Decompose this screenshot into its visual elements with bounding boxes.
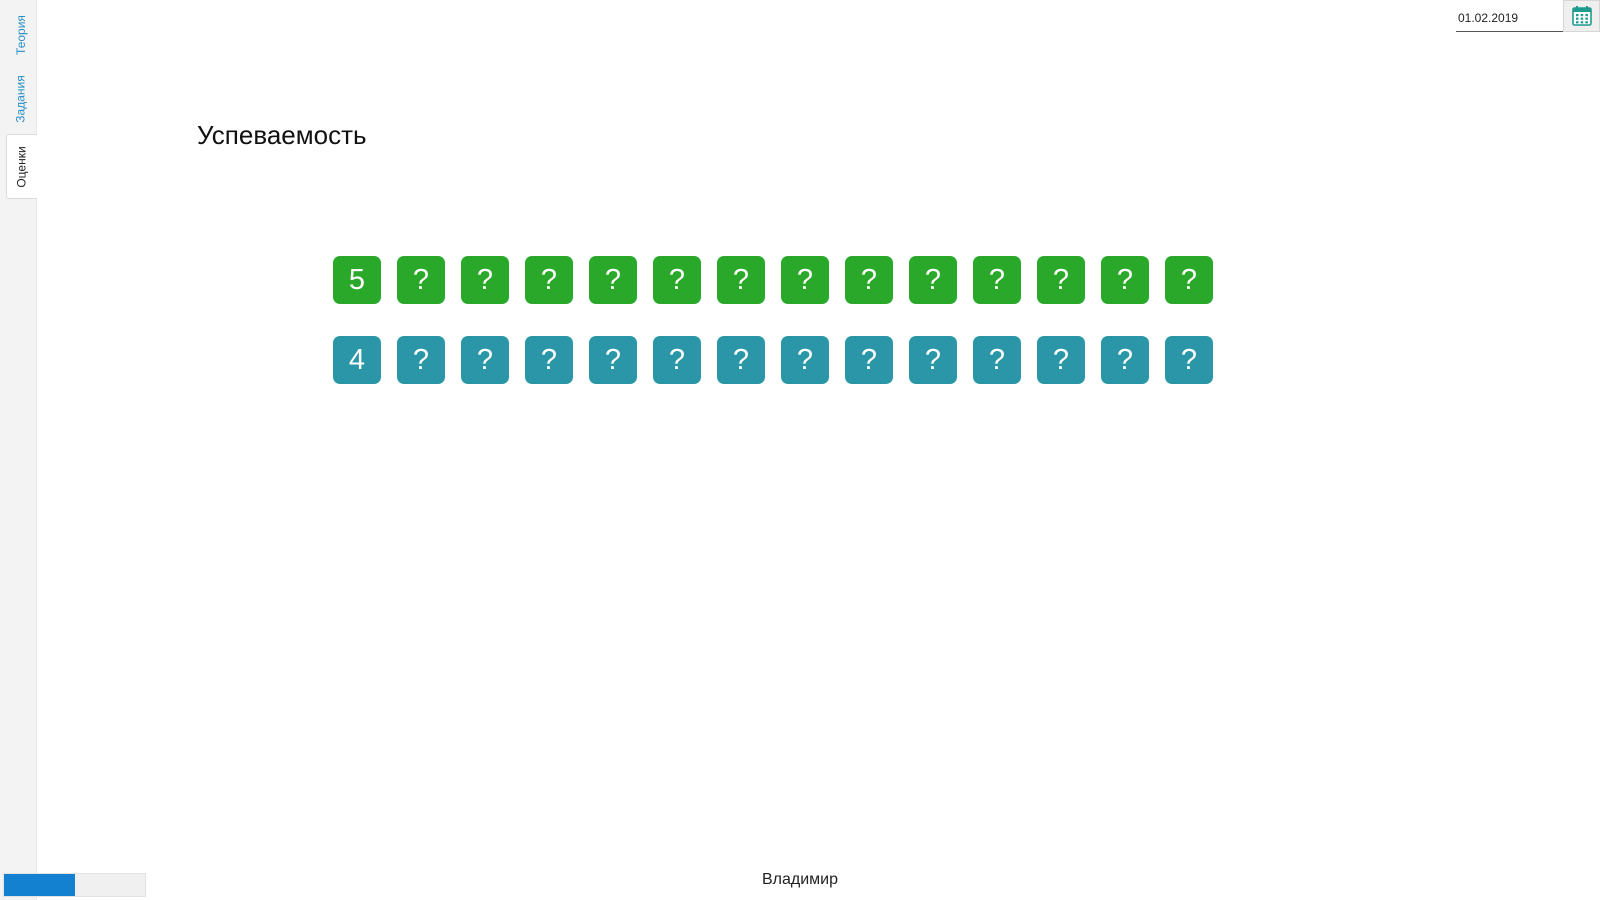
grade-tile[interactable]: ? bbox=[1165, 336, 1213, 384]
grades-grid: 5????????????? 4????????????? bbox=[333, 256, 1213, 416]
grade-tile[interactable]: ? bbox=[653, 256, 701, 304]
grade-tile[interactable]: ? bbox=[1037, 256, 1085, 304]
tab-grades[interactable]: Оценки bbox=[6, 134, 37, 199]
tab-grades-label: Оценки bbox=[15, 145, 30, 188]
grade-row: 5????????????? bbox=[333, 256, 1213, 304]
grade-tile[interactable]: ? bbox=[717, 336, 765, 384]
grade-row: 4????????????? bbox=[333, 336, 1213, 384]
grade-tile[interactable]: ? bbox=[845, 336, 893, 384]
grade-tile[interactable]: ? bbox=[525, 256, 573, 304]
grade-tile[interactable]: ? bbox=[397, 256, 445, 304]
grade-tile[interactable]: ? bbox=[589, 256, 637, 304]
grade-tile[interactable]: ? bbox=[717, 256, 765, 304]
grade-tile[interactable]: ? bbox=[909, 256, 957, 304]
grade-tile[interactable]: ? bbox=[1165, 256, 1213, 304]
calendar-button[interactable] bbox=[1563, 0, 1600, 32]
grade-tile[interactable]: ? bbox=[397, 336, 445, 384]
grade-tile[interactable]: ? bbox=[1037, 336, 1085, 384]
page-title: Успеваемость bbox=[197, 120, 367, 150]
tab-theory[interactable]: Теория bbox=[6, 6, 36, 64]
calendar-icon bbox=[1571, 6, 1592, 26]
grade-tile[interactable]: ? bbox=[589, 336, 637, 384]
grade-tile[interactable]: ? bbox=[1101, 336, 1149, 384]
grade-tile[interactable]: ? bbox=[781, 336, 829, 384]
grade-tile[interactable]: ? bbox=[845, 256, 893, 304]
grade-tile[interactable]: 5 bbox=[333, 256, 381, 304]
grade-tile[interactable]: ? bbox=[461, 336, 509, 384]
grade-tile[interactable]: ? bbox=[781, 256, 829, 304]
grade-tile[interactable]: ? bbox=[973, 256, 1021, 304]
grade-tile[interactable]: ? bbox=[525, 336, 573, 384]
grade-tile[interactable]: 4 bbox=[333, 336, 381, 384]
user-name: Владимир bbox=[761, 871, 838, 888]
grade-tile[interactable]: ? bbox=[461, 256, 509, 304]
date-field[interactable]: 01.02.2019 bbox=[1456, 4, 1563, 32]
tab-tasks-label: Задания bbox=[14, 75, 28, 123]
grade-tile[interactable]: ? bbox=[909, 336, 957, 384]
tab-tasks[interactable]: Задания bbox=[6, 70, 36, 128]
tab-theory-label: Теория bbox=[14, 15, 29, 55]
grade-tile[interactable]: ? bbox=[653, 336, 701, 384]
sidebar: Теория Задания Оценки bbox=[0, 0, 37, 900]
grade-tile[interactable]: ? bbox=[1101, 256, 1149, 304]
grade-tile[interactable]: ? bbox=[973, 336, 1021, 384]
